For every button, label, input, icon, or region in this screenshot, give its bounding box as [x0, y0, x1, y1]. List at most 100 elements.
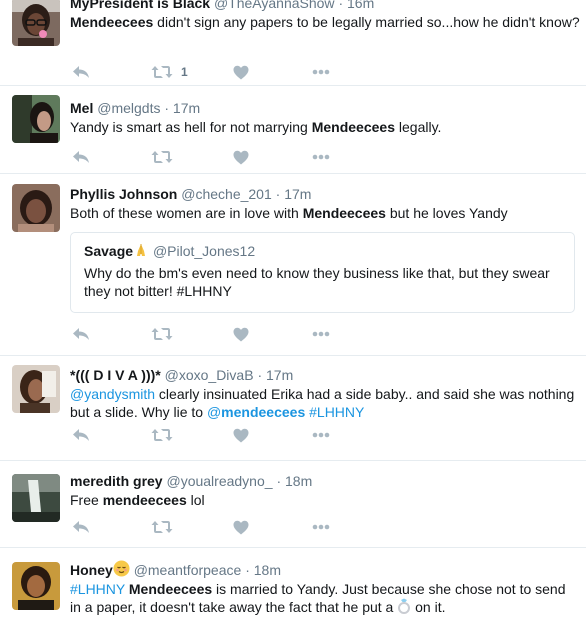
- separator: ·: [338, 0, 344, 11]
- retweet-button[interactable]: [151, 324, 173, 344]
- avatar[interactable]: [12, 95, 60, 143]
- reply-button[interactable]: [72, 62, 90, 82]
- relieved-face-emoji: [113, 560, 130, 577]
- more-button[interactable]: [312, 62, 330, 82]
- text-before: Free: [70, 492, 103, 508]
- tweet[interactable]: MyPresident is Black @TheAyannaShow · 16…: [0, 0, 586, 86]
- fullname[interactable]: MyPresident is Black: [70, 0, 210, 11]
- fullname[interactable]: Honey: [70, 562, 113, 578]
- reply-button[interactable]: [72, 517, 90, 537]
- more-button[interactable]: [312, 517, 330, 537]
- tweet-content: *((( D I V A )))* @xoxo_DivaB · 17m @yan…: [70, 356, 580, 421]
- reply-button[interactable]: [72, 425, 90, 445]
- like-button[interactable]: [233, 62, 249, 82]
- retweet-button[interactable]: [151, 517, 173, 537]
- timestamp[interactable]: 17m: [266, 367, 293, 383]
- like-button[interactable]: [233, 425, 249, 445]
- keyword: mendeecees: [221, 404, 306, 420]
- quoted-tweet[interactable]: Savage @Pilot_Jones12 Why do the bm's ev…: [70, 232, 575, 313]
- more-dots-icon: [312, 154, 330, 160]
- reply-icon: [73, 66, 89, 78]
- retweet-button[interactable]: [151, 425, 173, 445]
- heart-icon: [233, 150, 249, 164]
- hashtag-link[interactable]: #LHHNY: [305, 404, 364, 420]
- tweet-content: Honey @meantforpeace · 18m #LHHNY Mendee…: [70, 548, 580, 616]
- like-button[interactable]: [233, 147, 249, 167]
- more-dots-icon: [312, 69, 330, 75]
- avatar[interactable]: [12, 184, 60, 232]
- keyword: Mendeecees: [311, 119, 395, 135]
- keyword: Mendeecees: [128, 581, 213, 597]
- tweet-header: Honey @meantforpeace · 18m: [70, 560, 580, 579]
- like-button[interactable]: [233, 324, 249, 344]
- retweet-button[interactable]: [151, 147, 173, 167]
- tweet-actions: 1: [70, 62, 340, 82]
- avatar[interactable]: [12, 474, 60, 522]
- hashtag-link[interactable]: #LHHNY: [70, 581, 125, 597]
- tweet-actions: [70, 517, 340, 537]
- tweet-actions: [70, 425, 340, 445]
- username[interactable]: @youalreadyno_: [166, 473, 272, 489]
- avatar[interactable]: [12, 365, 60, 413]
- mention-link[interactable]: @mendeecees: [207, 404, 305, 420]
- quote-header: Savage @Pilot_Jones12: [84, 242, 563, 260]
- tweet-text: Both of these women are in love with Men…: [70, 204, 580, 222]
- like-button[interactable]: [233, 517, 249, 537]
- retweet-button[interactable]: 1: [151, 62, 188, 82]
- keyword: mendeecees: [102, 492, 187, 508]
- tweet-header: meredith grey @youalreadyno_ · 18m: [70, 472, 580, 490]
- username[interactable]: @cheche_201: [181, 186, 272, 202]
- separator: ·: [276, 473, 282, 489]
- praying-hands-emoji: [137, 244, 146, 256]
- timestamp[interactable]: 18m: [254, 562, 281, 578]
- mention-link[interactable]: @yandysmith: [70, 386, 155, 402]
- fullname[interactable]: Mel: [70, 100, 93, 116]
- username[interactable]: @meantforpeace: [134, 562, 242, 578]
- text-after: lol: [186, 492, 205, 508]
- fullname[interactable]: meredith grey: [70, 473, 163, 489]
- more-dots-icon: [312, 432, 330, 438]
- retweet-icon: [151, 66, 173, 78]
- more-button[interactable]: [312, 147, 330, 167]
- more-button[interactable]: [312, 324, 330, 344]
- timestamp[interactable]: 18m: [285, 473, 312, 489]
- tweet[interactable]: *((( D I V A )))* @xoxo_DivaB · 17m @yan…: [0, 356, 586, 461]
- timestamp[interactable]: 17m: [173, 100, 200, 116]
- more-dots-icon: [312, 524, 330, 530]
- reply-icon: [73, 328, 89, 340]
- text-after: didn't sign any papers to be legally mar…: [153, 14, 580, 30]
- text-after: but he loves Yandy: [385, 205, 508, 221]
- separator: ·: [257, 367, 263, 383]
- tweet-text: @yandysmith clearly insinuated Erika had…: [70, 385, 580, 421]
- fullname[interactable]: Phyllis Johnson: [70, 186, 177, 202]
- reply-icon: [73, 151, 89, 163]
- timestamp[interactable]: 16m: [347, 0, 374, 11]
- timestamp[interactable]: 17m: [284, 186, 311, 202]
- tweet[interactable]: Phyllis Johnson @cheche_201 · 17m Both o…: [0, 174, 586, 356]
- keyword: Mendeecees: [302, 205, 386, 221]
- reply-button[interactable]: [72, 324, 90, 344]
- tweet[interactable]: Honey @meantforpeace · 18m #LHHNY Mendee…: [0, 548, 586, 618]
- reply-button[interactable]: [72, 147, 90, 167]
- username[interactable]: @TheAyannaShow: [214, 0, 335, 11]
- retweet-icon: [151, 328, 173, 340]
- tweet[interactable]: meredith grey @youalreadyno_ · 18m Free …: [0, 461, 586, 548]
- heart-icon: [233, 520, 249, 534]
- username[interactable]: @melgdts: [97, 100, 160, 116]
- fullname[interactable]: *((( D I V A )))*: [70, 367, 161, 383]
- reply-icon: [73, 429, 89, 441]
- separator: ·: [245, 562, 250, 578]
- mention-prefix: @: [206, 404, 222, 420]
- retweet-icon: [151, 429, 173, 441]
- more-button[interactable]: [312, 425, 330, 445]
- keyword: Mendeecees: [70, 14, 154, 30]
- tweet-actions: [70, 324, 340, 344]
- ring-emoji: [398, 598, 411, 614]
- tweet-text: #LHHNY Mendeecees is married to Yandy. J…: [70, 580, 580, 616]
- avatar[interactable]: [12, 0, 60, 46]
- tweet[interactable]: Mel @melgdts · 17m Yandy is smart as hel…: [0, 86, 586, 174]
- username[interactable]: @xoxo_DivaB: [165, 367, 254, 383]
- tweet-header: MyPresident is Black @TheAyannaShow · 16…: [70, 0, 580, 12]
- heart-icon: [233, 327, 249, 341]
- avatar[interactable]: [12, 562, 60, 610]
